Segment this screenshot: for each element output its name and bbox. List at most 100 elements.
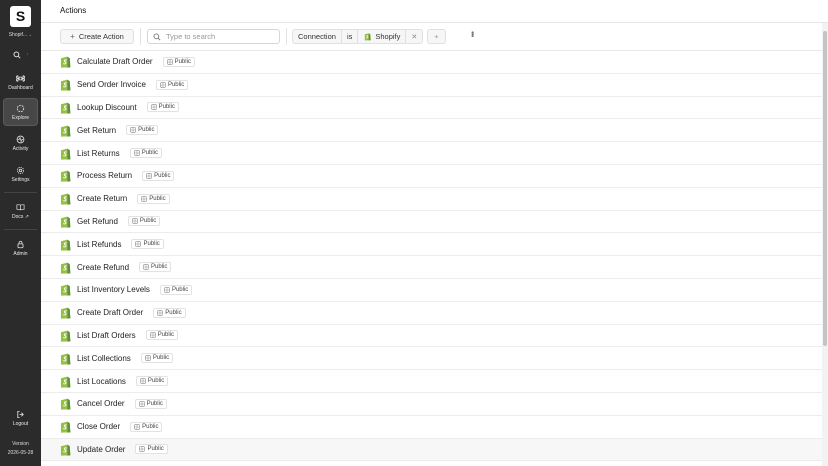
sidebar: S Shopif... ⌄ › Dashboard Explore Activi… xyxy=(0,0,41,466)
globe-icon xyxy=(130,127,136,133)
sidebar-item-admin[interactable]: Admin xyxy=(3,234,38,262)
visibility-badge: Public xyxy=(159,284,193,295)
visibility-label: Public xyxy=(165,309,182,316)
logout-button[interactable]: Logout xyxy=(3,404,38,432)
list-item[interactable]: List Returns Public xyxy=(41,142,822,165)
sidebar-item-docs[interactable]: Docs ↗ xyxy=(3,197,38,225)
shopify-icon xyxy=(60,148,71,160)
list-item[interactable]: Close Order Public xyxy=(41,416,822,439)
sidebar-divider xyxy=(4,229,37,230)
search-input[interactable] xyxy=(166,32,276,41)
visibility-badge: Public xyxy=(153,307,186,318)
visibility-badge: Public xyxy=(135,376,169,387)
page-title: Actions xyxy=(60,6,87,15)
list-item[interactable]: Create Refund Public xyxy=(41,256,822,279)
visibility-badge: Public xyxy=(146,102,179,113)
list-item[interactable]: List Locations Public xyxy=(41,370,822,393)
globe-icon xyxy=(150,104,157,111)
list-item[interactable]: Send Order Invoice Public xyxy=(41,74,822,97)
toolbar-divider xyxy=(286,28,287,45)
sidebar-item-settings[interactable]: Settings xyxy=(3,160,38,188)
remove-filter-button[interactable]: ✕ xyxy=(405,29,424,44)
action-name: Get Return xyxy=(77,125,117,135)
globe-icon xyxy=(138,401,145,407)
list-item[interactable]: Create Return Public xyxy=(41,188,822,211)
list-item[interactable]: Get Return Public xyxy=(41,119,822,143)
visibility-label: Public xyxy=(138,127,155,134)
list-item[interactable]: Update Order Public xyxy=(41,438,822,462)
actions-list: Calculate Draft Order Public Send Order In… xyxy=(41,51,822,462)
shopify-icon xyxy=(60,262,71,274)
globe-icon xyxy=(157,309,163,316)
list-item[interactable]: Get Refund Public xyxy=(41,211,822,234)
activity-icon xyxy=(16,135,25,143)
search-field[interactable] xyxy=(147,29,280,44)
visibility-label: Public xyxy=(139,218,157,225)
shopify-icon xyxy=(60,376,71,388)
list-item[interactable]: List Inventory Levels Public xyxy=(41,279,822,302)
shopify-icon xyxy=(60,330,71,342)
visibility-label: Public xyxy=(151,264,168,271)
workspace-logo[interactable]: S xyxy=(10,6,31,27)
chevron-down-icon: ⌄ xyxy=(28,32,33,38)
visibility-label: Public xyxy=(143,241,160,248)
globe-icon xyxy=(146,173,152,179)
scrollbar[interactable] xyxy=(822,23,828,466)
gear-icon xyxy=(16,166,25,174)
list-item[interactable]: Cancel Order Public xyxy=(41,393,822,416)
sidebar-search[interactable]: › xyxy=(0,48,41,62)
visibility-label: Public xyxy=(171,286,189,293)
action-name: List Locations xyxy=(77,376,126,386)
list-item[interactable]: List Draft Orders Public xyxy=(41,325,822,348)
visibility-label: Public xyxy=(158,104,175,111)
visibility-badge: Public xyxy=(127,216,161,227)
action-name: List Inventory Levels xyxy=(77,285,150,295)
page-header: Actions xyxy=(41,0,828,23)
sidebar-item-label: Docs ↗ xyxy=(12,213,29,220)
list-item[interactable]: Process Return Public xyxy=(41,165,822,188)
shopify-icon xyxy=(60,171,71,183)
shopify-icon xyxy=(60,57,71,69)
workspace-switcher[interactable]: Shopif... ⌄ xyxy=(2,32,39,38)
sidebar-item-explore[interactable]: Explore xyxy=(3,98,38,126)
action-name: List Refunds xyxy=(77,239,122,249)
filter-value-label: Shopify xyxy=(375,32,401,41)
shopify-icon xyxy=(60,421,71,433)
globe-icon xyxy=(166,59,173,65)
visibility-badge: Public xyxy=(162,56,195,67)
visibility-label: Public xyxy=(147,446,164,453)
sidebar-item-dashboard[interactable]: Dashboard xyxy=(3,68,38,96)
visibility-badge: Public xyxy=(130,421,163,432)
create-action-button[interactable]: + Create Action xyxy=(60,29,134,44)
list-item[interactable]: List Refunds Public xyxy=(41,233,822,257)
more-options-icon[interactable]: ••• xyxy=(468,31,477,36)
visibility-label: Public xyxy=(154,172,171,179)
action-name: Cancel Order xyxy=(77,399,125,409)
list-item[interactable]: Calculate Draft Order Public xyxy=(41,51,822,74)
book-icon xyxy=(16,203,25,210)
filter-value[interactable]: Shopify xyxy=(357,29,407,44)
sidebar-item-label: Admin xyxy=(13,250,28,257)
filter-field[interactable]: Connection xyxy=(292,29,342,44)
visibility-badge: Public xyxy=(129,148,163,159)
scrollbar-thumb[interactable] xyxy=(823,31,827,346)
visibility-label: Public xyxy=(147,378,165,385)
workspace-name: Shopif... xyxy=(8,32,28,38)
add-filter-button[interactable]: + xyxy=(427,29,446,44)
visibility-label: Public xyxy=(152,355,170,362)
list-item[interactable]: List Collections Public xyxy=(41,347,822,371)
globe-icon xyxy=(164,287,170,293)
globe-icon xyxy=(145,355,151,361)
action-name: Create Draft Order xyxy=(77,308,144,318)
filter-operator[interactable]: is xyxy=(340,29,359,44)
action-name: Create Return xyxy=(77,194,128,204)
sidebar-item-activity[interactable]: Activity xyxy=(3,129,38,157)
globe-icon xyxy=(133,150,140,156)
shopify-icon xyxy=(60,125,71,137)
list-item[interactable]: Lookup Discount Public xyxy=(41,97,822,120)
filter-connection: Connection is Shopify ✕ + xyxy=(292,29,446,44)
action-name: Send Order Invoice xyxy=(77,80,146,90)
list-item[interactable]: Create Draft Order Public xyxy=(41,302,822,325)
action-name: List Returns xyxy=(77,148,120,158)
search-icon xyxy=(12,51,21,59)
